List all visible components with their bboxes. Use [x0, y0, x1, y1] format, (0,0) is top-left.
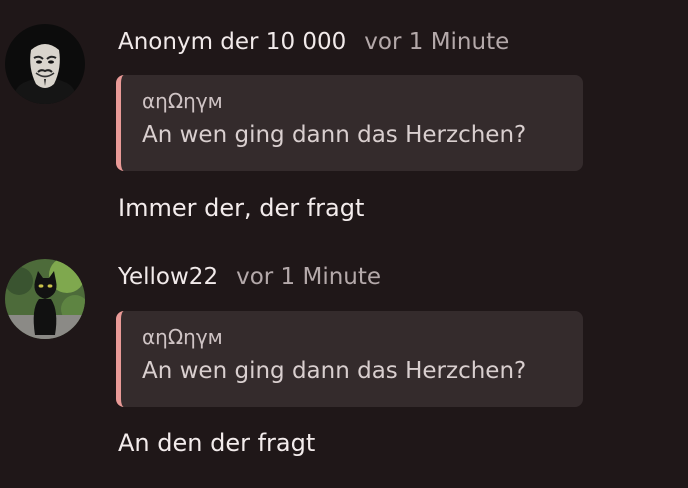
- timestamp: vor 1 Minute: [236, 264, 382, 290]
- avatar[interactable]: [5, 24, 85, 104]
- masked-face-avatar-icon: [5, 24, 85, 104]
- username[interactable]: Anonym der 10 000: [118, 29, 346, 55]
- username[interactable]: Yellow22: [118, 264, 218, 290]
- quoted-message[interactable]: αηΩηγм An wen ging dann das Herzchen?: [116, 311, 583, 407]
- comment-item: Anonym der 10 000 vor 1 Minute αηΩηγм An…: [0, 24, 688, 224]
- timestamp: vor 1 Minute: [364, 29, 510, 55]
- quote-text: An wen ging dann das Herzchen?: [142, 122, 527, 148]
- quote-author: αηΩηγм: [142, 89, 223, 113]
- comment-feed: Anonym der 10 000 vor 1 Minute αηΩηγм An…: [0, 0, 688, 488]
- quote-author: αηΩηγм: [142, 325, 223, 349]
- quoted-message[interactable]: αηΩηγм An wen ging dann das Herzchen?: [116, 75, 583, 171]
- black-cat-avatar-icon: [5, 259, 85, 339]
- quote-text: An wen ging dann das Herzchen?: [142, 358, 527, 384]
- comment-item: Yellow22 vor 1 Minute αηΩηγм An wen ging…: [0, 259, 688, 469]
- avatar[interactable]: [5, 259, 85, 339]
- comment-text: An den der fragt: [118, 429, 316, 457]
- comment-text: Immer der, der fragt: [118, 194, 365, 222]
